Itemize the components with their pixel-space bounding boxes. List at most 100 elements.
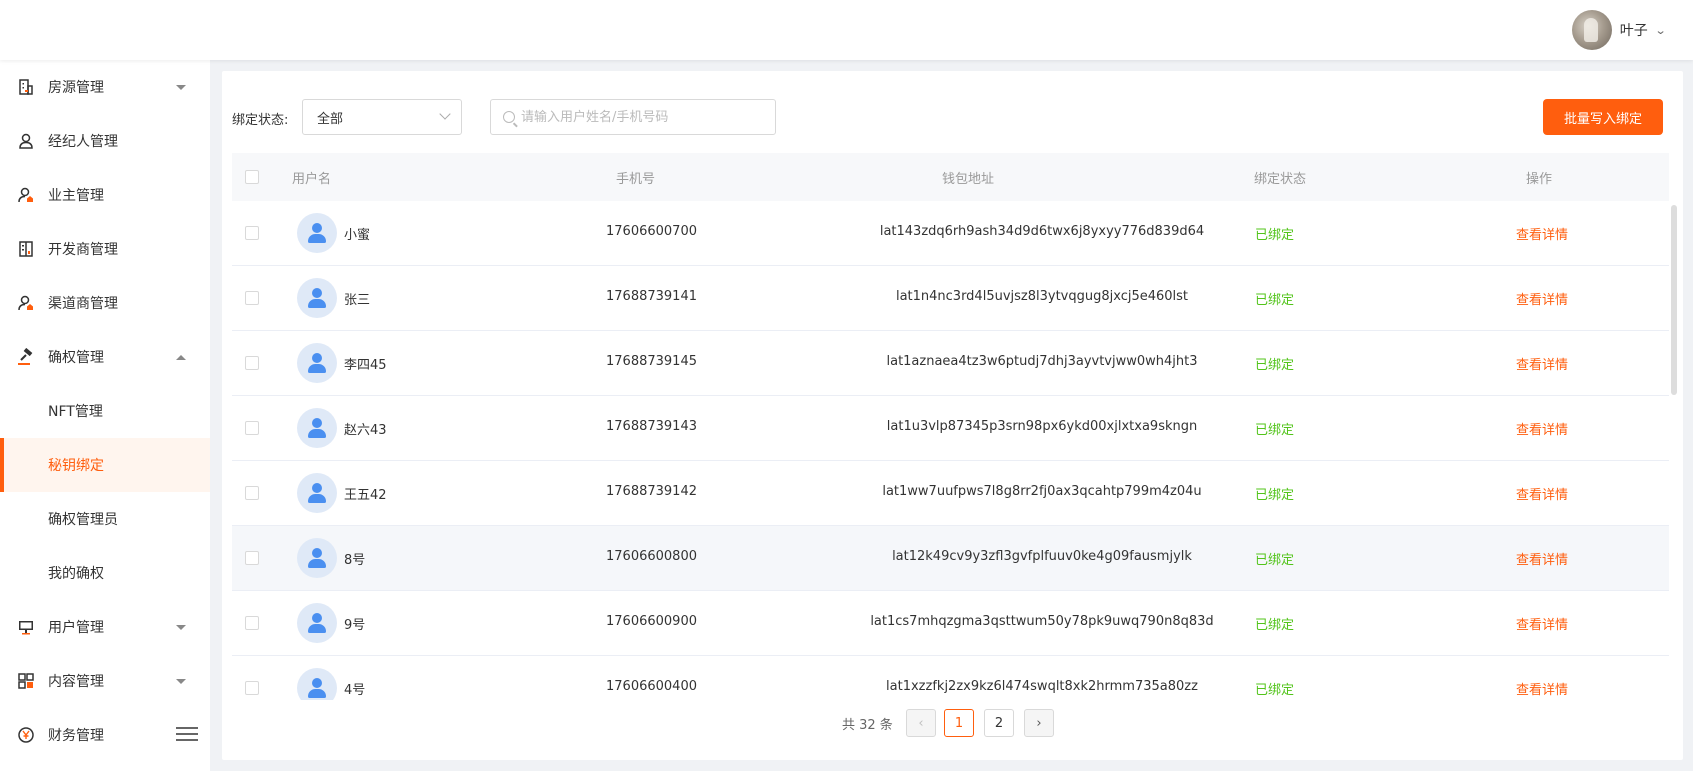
sidebar-item-nft[interactable]: NFT管理 [0, 384, 210, 438]
scrollbar-thumb[interactable] [1671, 205, 1677, 395]
view-details-link[interactable]: 查看详情 [1516, 419, 1568, 438]
avatar [297, 538, 337, 578]
table-header: 用户名 手机号 钱包地址 绑定状态 操作 [232, 153, 1669, 201]
caret-up-icon [176, 354, 186, 360]
view-details-link[interactable]: 查看详情 [1516, 484, 1568, 503]
status-badge: 已绑定 [1255, 293, 1295, 308]
view-details-link[interactable]: 查看详情 [1516, 679, 1568, 698]
cell-username: 8号 [344, 553, 366, 568]
caret-down-icon [176, 84, 186, 90]
view-details-link[interactable]: 查看详情 [1516, 549, 1568, 568]
cell-phone: 17606600400 [606, 679, 697, 694]
status-badge: 已绑定 [1255, 228, 1295, 243]
table-row: 9号 17606600900 lat1cs7mhqzgma3qsttwum50y… [232, 591, 1669, 656]
chevron-right-icon: › [1036, 715, 1042, 731]
page-button-1[interactable]: 1 [944, 709, 974, 737]
row-checkbox[interactable] [245, 421, 259, 435]
sidebar-item-label: 确权管理 [48, 350, 104, 366]
row-checkbox[interactable] [245, 291, 259, 305]
cell-wallet: lat1aznaea4tz3w6ptudj7dhj3ayvtvjww0wh4jh… [886, 354, 1198, 369]
gavel-icon [16, 347, 36, 367]
cell-wallet: lat1ww7uufpws7l8g8rr2fj0ax3qcahtp799m4z0… [882, 484, 1202, 499]
sidebar-item-channels[interactable]: 渠道商管理 [0, 276, 210, 330]
table-row: 4号 17606600400 lat1xzzfkj2zx9kz6l474swql… [232, 656, 1669, 700]
search-input[interactable] [521, 100, 771, 134]
row-checkbox[interactable] [245, 616, 259, 630]
view-details-link[interactable]: 查看详情 [1516, 289, 1568, 308]
status-select-value: 全部 [317, 111, 344, 127]
view-details-link[interactable]: 查看详情 [1516, 614, 1568, 633]
grid-icon [16, 671, 36, 691]
next-page-button[interactable]: › [1024, 709, 1054, 737]
table-row: 王五42 17688739142 lat1ww7uufpws7l8g8rr2fj… [232, 461, 1669, 526]
table-row: 小蜜 17606600700 lat143zdq6rh9ash34d9d6twx… [232, 201, 1669, 266]
top-header: 叶子 ⌄ [0, 0, 1693, 60]
column-header-wallet: 钱包地址 [942, 172, 995, 187]
status-badge: 已绑定 [1255, 358, 1295, 373]
status-badge: 已绑定 [1255, 618, 1295, 633]
sidebar-item-property[interactable]: 房源管理 [0, 60, 210, 114]
sidebar-item-rights[interactable]: 确权管理 [0, 330, 210, 384]
cell-username: 王五42 [344, 488, 387, 503]
user-menu[interactable]: 叶子 ⌄ [1571, 10, 1667, 50]
sidebar-item-label: 用户管理 [48, 620, 104, 636]
menu-collapse-icon[interactable] [176, 727, 198, 745]
table-body: 小蜜 17606600700 lat143zdq6rh9ash34d9d6twx… [232, 201, 1669, 700]
sidebar: 房源管理 经纪人管理 业主管理 开发商管理 渠道商管理 确权管理 NFT管理 秘… [0, 60, 210, 771]
sidebar-item-rights-admins[interactable]: 确权管理员 [0, 492, 210, 546]
sidebar-item-label: 渠道商管理 [48, 296, 118, 312]
chevron-down-icon [439, 108, 451, 120]
sidebar-item-label: 财务管理 [48, 728, 104, 744]
sidebar-item-users[interactable]: 用户管理 [0, 600, 210, 654]
table-row: 李四45 17688739145 lat1aznaea4tz3w6ptudj7d… [232, 331, 1669, 396]
select-all-checkbox[interactable] [245, 170, 259, 184]
search-icon [503, 111, 515, 123]
column-header-phone: 手机号 [616, 172, 656, 187]
prev-page-button[interactable]: ‹ [906, 709, 936, 737]
search-box [490, 99, 776, 135]
cell-wallet: lat1xzzfkj2zx9kz6l474swqlt8xk2hrmm735a80… [886, 679, 1198, 694]
row-checkbox[interactable] [245, 356, 259, 370]
column-header-username: 用户名 [292, 172, 332, 187]
sidebar-item-label: 内容管理 [48, 674, 104, 690]
cell-wallet: lat1n4nc3rd4l5uvjsz8l3ytvqgug8jxcj5e460l… [895, 289, 1189, 304]
row-checkbox[interactable] [245, 486, 259, 500]
status-badge: 已绑定 [1255, 553, 1295, 568]
avatar [297, 473, 337, 513]
table-row: 8号 17606600800 lat12k49cv9y3zfl3gvfplfuu… [232, 526, 1669, 591]
sidebar-item-label: 确权管理员 [48, 512, 118, 528]
table-scrollbar[interactable] [1669, 201, 1679, 700]
row-checkbox[interactable] [245, 551, 259, 565]
person-home-icon [16, 185, 36, 205]
row-checkbox[interactable] [245, 681, 259, 695]
status-select[interactable]: 全部 [302, 99, 462, 135]
cell-wallet: lat1cs7mhqzgma3qsttwum50y78pk9uwq790n8q8… [870, 614, 1214, 629]
chevron-down-icon: ⌄ [1654, 23, 1667, 37]
cell-phone: 17606600900 [606, 614, 697, 629]
building-icon [16, 77, 36, 97]
page-button-2[interactable]: 2 [984, 709, 1014, 737]
cell-username: 张三 [344, 293, 371, 308]
row-checkbox[interactable] [245, 226, 259, 240]
status-badge: 已绑定 [1255, 423, 1295, 438]
sidebar-item-key-binding[interactable]: 秘钥绑定 [0, 438, 210, 492]
sidebar-item-label: 开发商管理 [48, 242, 118, 258]
avatar [297, 603, 337, 643]
caret-down-icon [176, 678, 186, 684]
sidebar-item-agents[interactable]: 经纪人管理 [0, 114, 210, 168]
view-details-link[interactable]: 查看详情 [1516, 354, 1568, 373]
avatar [297, 278, 337, 318]
table-row: 张三 17688739141 lat1n4nc3rd4l5uvjsz8l3ytv… [232, 266, 1669, 331]
chevron-left-icon: ‹ [918, 715, 924, 731]
view-details-link[interactable]: 查看详情 [1516, 224, 1568, 243]
status-badge: 已绑定 [1255, 488, 1295, 503]
sidebar-item-developers[interactable]: 开发商管理 [0, 222, 210, 276]
avatar[interactable] [1571, 10, 1612, 50]
yen-icon [16, 725, 36, 745]
sidebar-item-content[interactable]: 内容管理 [0, 654, 210, 708]
avatar [297, 213, 337, 253]
sidebar-item-my-rights[interactable]: 我的确权 [0, 546, 210, 600]
cell-username: 9号 [344, 618, 366, 633]
batch-bind-button[interactable]: 批量写入绑定 [1543, 99, 1663, 135]
sidebar-item-owners[interactable]: 业主管理 [0, 168, 210, 222]
